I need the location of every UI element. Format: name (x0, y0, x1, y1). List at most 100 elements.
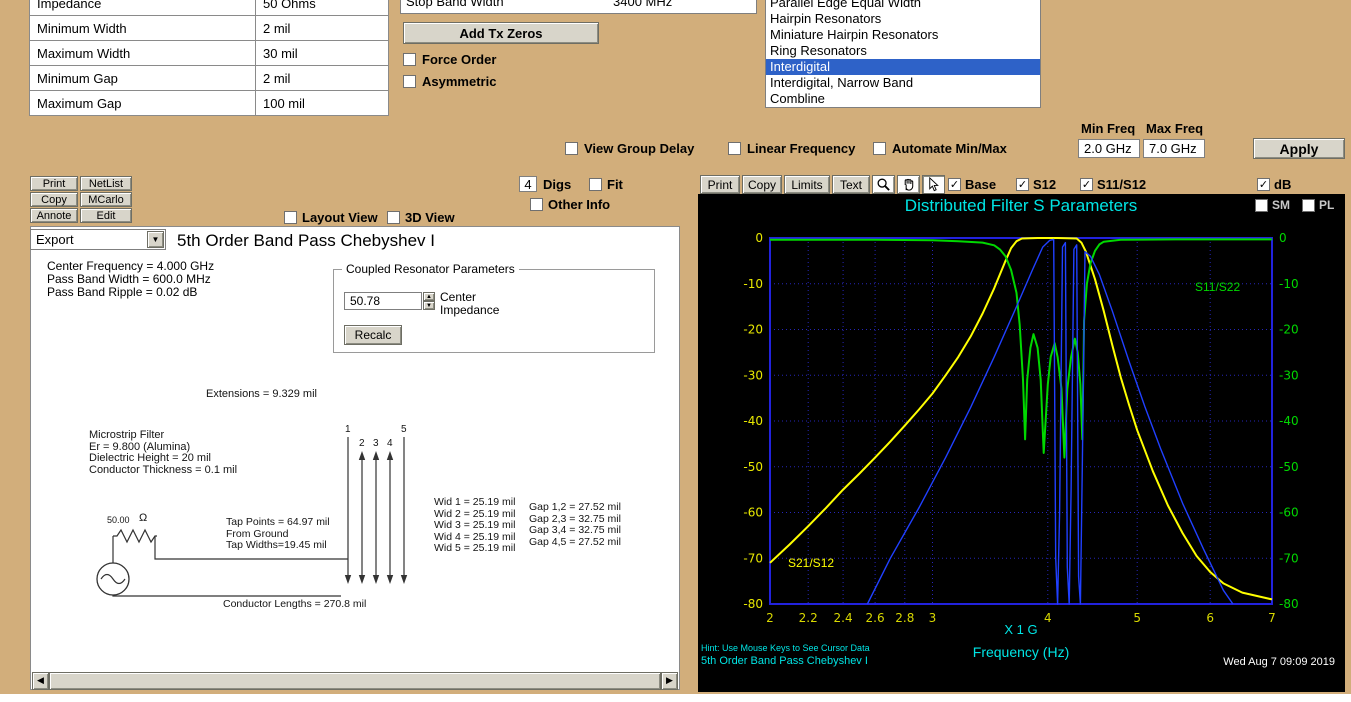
layout-view-checkbox[interactable] (284, 211, 297, 224)
scroll-left-button[interactable]: ◀ (32, 672, 49, 690)
min-freq-label: Min Freq (1081, 121, 1135, 136)
svg-text:-30: -30 (743, 368, 763, 382)
s-parameter-chart[interactable]: 22.22.42.62.83456700-10-10-20-20-30-30-4… (698, 194, 1345, 692)
topology-listbox[interactable]: Parallel Edge Equal Width Hairpin Resona… (765, 0, 1041, 108)
param-label: Maximum Width (30, 41, 256, 66)
view-group-delay-checkbox[interactable] (565, 142, 578, 155)
s11s12-checkbox[interactable]: ✓ (1080, 178, 1093, 191)
table-row: Minimum Width 2 mil (30, 16, 389, 41)
s21-curve-label: S21/S12 (788, 556, 834, 570)
list-item[interactable]: Combline (766, 91, 1040, 107)
export-dropdown[interactable]: Export ▼ (30, 229, 166, 250)
param-value[interactable]: 100 mil (256, 91, 389, 116)
svg-text:-60: -60 (743, 506, 763, 520)
svg-text:-40: -40 (743, 414, 763, 428)
gap-values: Gap 1,2 = 27.52 mil Gap 2,3 = 32.75 mil … (529, 502, 621, 548)
asymmetric-checkbox[interactable] (403, 75, 416, 88)
other-info-checkbox[interactable] (530, 198, 543, 211)
svg-text:-50: -50 (1279, 460, 1299, 474)
stop-band-width-label: Stop Band Width (406, 0, 504, 9)
zoom-tool-button[interactable] (872, 175, 895, 194)
print-button[interactable]: Print (30, 176, 78, 191)
resonator-number: 5 (401, 424, 407, 435)
magnifier-icon (876, 177, 891, 192)
recalc-button[interactable]: Recalc (344, 325, 402, 345)
gap-line: Gap 3,4 = 32.75 mil (529, 525, 621, 537)
apply-button[interactable]: Apply (1253, 138, 1345, 159)
force-order-checkbox[interactable] (403, 53, 416, 66)
list-item[interactable]: Ring Resonators (766, 43, 1040, 59)
note-line: Conductor Thickness = 0.1 mil (89, 465, 237, 477)
spinner-down-button[interactable]: ▼ (423, 301, 435, 310)
schematic-panel: 5th Order Band Pass Chebyshev I Center F… (30, 226, 680, 690)
stop-band-width-field[interactable]: Stop Band Width 3400 MHz (400, 0, 757, 14)
s11s12-label: S11/S12 (1097, 177, 1146, 192)
max-freq-input[interactable]: 7.0 GHz (1143, 139, 1205, 158)
stop-band-width-value: 3400 MHz (613, 0, 672, 9)
s12-checkbox[interactable]: ✓ (1016, 178, 1029, 191)
param-value[interactable]: 2 mil (256, 66, 389, 91)
cursor-tool-button[interactable] (922, 175, 945, 194)
resonator-number: 3 (373, 438, 379, 449)
param-value[interactable]: 50 Ohms (256, 0, 389, 16)
pan-tool-button[interactable] (897, 175, 920, 194)
svg-text:-80: -80 (1279, 597, 1299, 611)
min-freq-input[interactable]: 2.0 GHz (1078, 139, 1140, 158)
plot-print-button[interactable]: Print (700, 175, 740, 194)
param-value[interactable]: 30 mil (256, 41, 389, 66)
gap-line: Gap 1,2 = 27.52 mil (529, 502, 621, 514)
list-item[interactable]: Parallel Edge Equal Width (766, 0, 1040, 11)
svg-text:-10: -10 (1279, 277, 1299, 291)
plot-limits-button[interactable]: Limits (784, 175, 830, 194)
pass-band-width-text: Pass Band Width = 600.0 MHz (47, 272, 211, 286)
view-group-delay-label: View Group Delay (584, 141, 694, 156)
plot-text-button[interactable]: Text (832, 175, 870, 194)
bottom-strip (0, 694, 1351, 702)
param-label: Impedance (30, 0, 256, 16)
center-frequency-text: Center Frequency = 4.000 GHz (47, 259, 214, 273)
base-checkbox[interactable]: ✓ (948, 178, 961, 191)
export-dropdown-value: Export (36, 232, 74, 247)
copy-button[interactable]: Copy (30, 192, 78, 207)
list-item-selected[interactable]: Interdigital (766, 59, 1040, 75)
3d-view-checkbox[interactable] (387, 211, 400, 224)
force-order-label: Force Order (422, 52, 496, 67)
ohm-symbol: Ω (139, 513, 147, 525)
fit-checkbox[interactable] (589, 178, 602, 191)
linear-frequency-checkbox[interactable] (728, 142, 741, 155)
list-item[interactable]: Miniature Hairpin Resonators (766, 27, 1040, 43)
automate-minmax-checkbox[interactable] (873, 142, 886, 155)
tap-line: Tap Widths=19.45 mil (226, 540, 330, 552)
add-tx-zeros-button[interactable]: Add Tx Zeros (403, 22, 599, 44)
plot-copy-button[interactable]: Copy (742, 175, 782, 194)
svg-text:-70: -70 (743, 551, 763, 565)
x-multiplier-label: X 1 G (770, 622, 1272, 637)
svg-text:0: 0 (1279, 231, 1287, 245)
list-item[interactable]: Interdigital, Narrow Band (766, 75, 1040, 91)
annote-button[interactable]: Annote (30, 208, 78, 223)
db-checkbox[interactable]: ✓ (1257, 178, 1270, 191)
horizontal-scrollbar[interactable]: ◀ ▶ (32, 672, 678, 690)
chevron-down-icon[interactable]: ▼ (147, 231, 164, 248)
param-value[interactable]: 2 mil (256, 16, 389, 41)
edit-button[interactable]: Edit (80, 208, 132, 223)
width-values: Wid 1 = 25.19 mil Wid 2 = 25.19 mil Wid … (434, 497, 515, 555)
table-row: Maximum Gap 100 mil (30, 91, 389, 116)
cursor-arrow-icon (926, 177, 941, 192)
svg-text:-20: -20 (1279, 323, 1299, 337)
table-row: Minimum Gap 2 mil (30, 66, 389, 91)
center-impedance-input[interactable]: 50.78 (344, 292, 422, 310)
svg-text:-80: -80 (743, 597, 763, 611)
digits-input[interactable]: 4 (519, 176, 537, 192)
plot-area[interactable]: Distributed Filter S Parameters SM PL 22… (698, 194, 1345, 692)
netlist-button[interactable]: NetList (80, 176, 132, 191)
mcarlo-button[interactable]: MCarlo (80, 192, 132, 207)
3d-view-label: 3D View (405, 210, 455, 225)
svg-text:-10: -10 (743, 277, 763, 291)
scroll-right-button[interactable]: ▶ (661, 672, 678, 690)
spinner-up-button[interactable]: ▲ (423, 292, 435, 301)
scrollbar-thumb[interactable] (49, 672, 661, 690)
svg-text:-40: -40 (1279, 414, 1299, 428)
list-item[interactable]: Hairpin Resonators (766, 11, 1040, 27)
width-line: Wid 1 = 25.19 mil (434, 497, 515, 509)
